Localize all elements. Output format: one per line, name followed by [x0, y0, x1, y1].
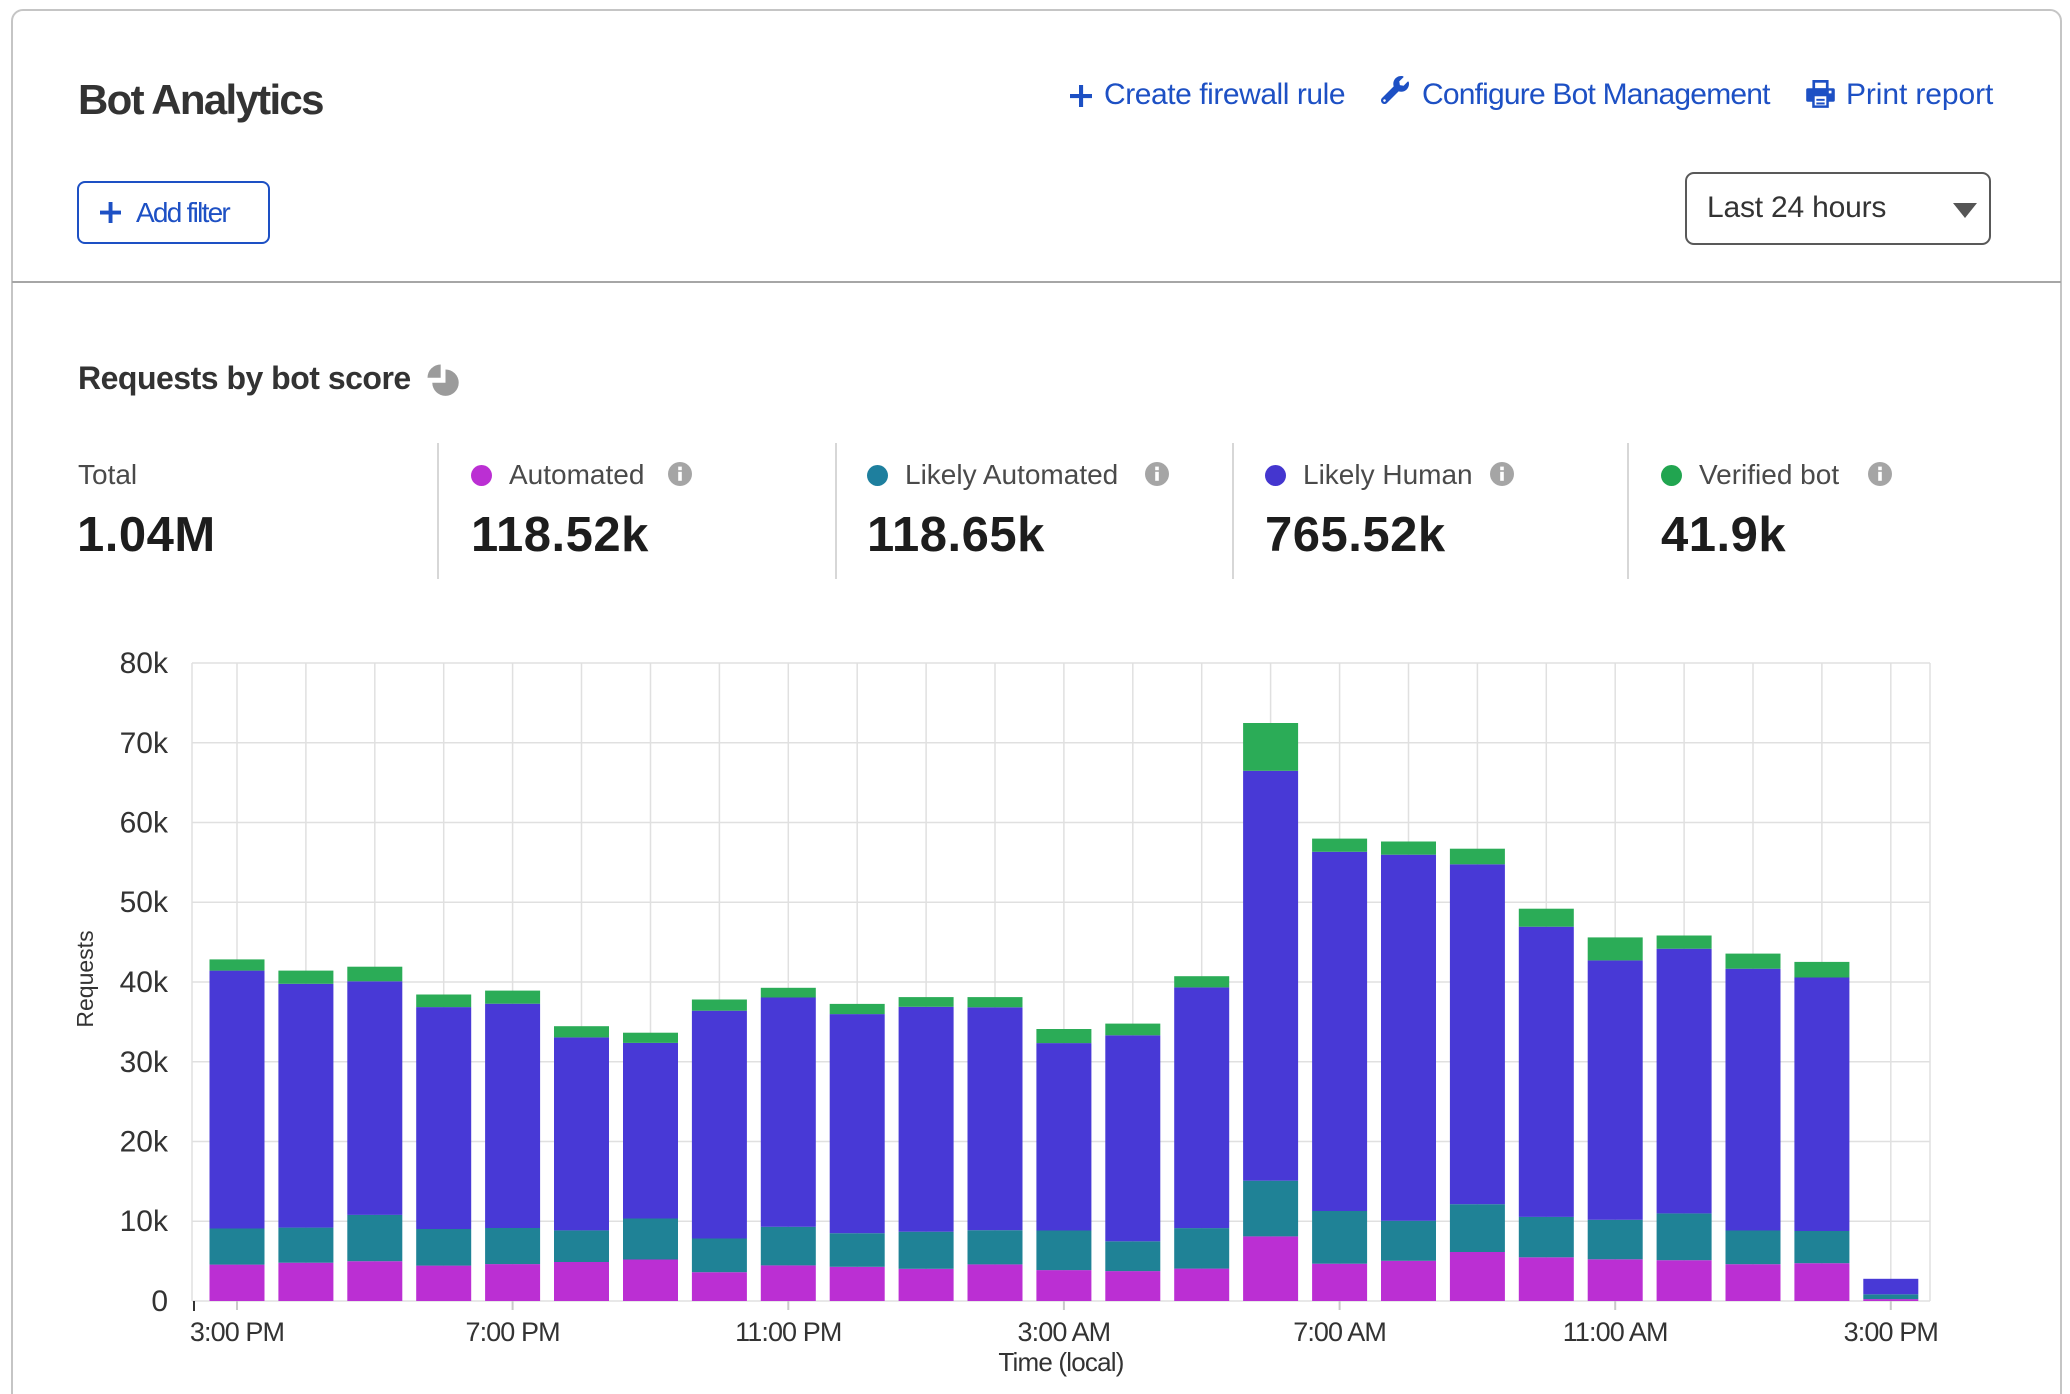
- svg-text:3:00 PM: 3:00 PM: [1844, 1317, 1938, 1347]
- svg-text:30k: 30k: [120, 1046, 169, 1079]
- svg-text:80k: 80k: [120, 647, 169, 680]
- svg-text:70k: 70k: [120, 727, 169, 760]
- svg-text:0: 0: [151, 1285, 168, 1318]
- svg-text:3:00 PM: 3:00 PM: [190, 1317, 284, 1347]
- svg-text:7:00 AM: 7:00 AM: [1293, 1317, 1386, 1347]
- svg-text:40k: 40k: [120, 966, 169, 999]
- svg-text:3:00 AM: 3:00 AM: [1018, 1317, 1111, 1347]
- svg-text:10k: 10k: [120, 1205, 169, 1238]
- svg-text:7:00 PM: 7:00 PM: [465, 1317, 559, 1347]
- svg-text:11:00 PM: 11:00 PM: [735, 1317, 841, 1347]
- svg-text:Requests: Requests: [72, 930, 98, 1027]
- svg-text:50k: 50k: [120, 886, 169, 919]
- svg-text:11:00 AM: 11:00 AM: [1563, 1317, 1668, 1347]
- svg-text:Time (local): Time (local): [998, 1347, 1123, 1377]
- svg-text:20k: 20k: [120, 1126, 169, 1159]
- svg-text:60k: 60k: [120, 807, 169, 840]
